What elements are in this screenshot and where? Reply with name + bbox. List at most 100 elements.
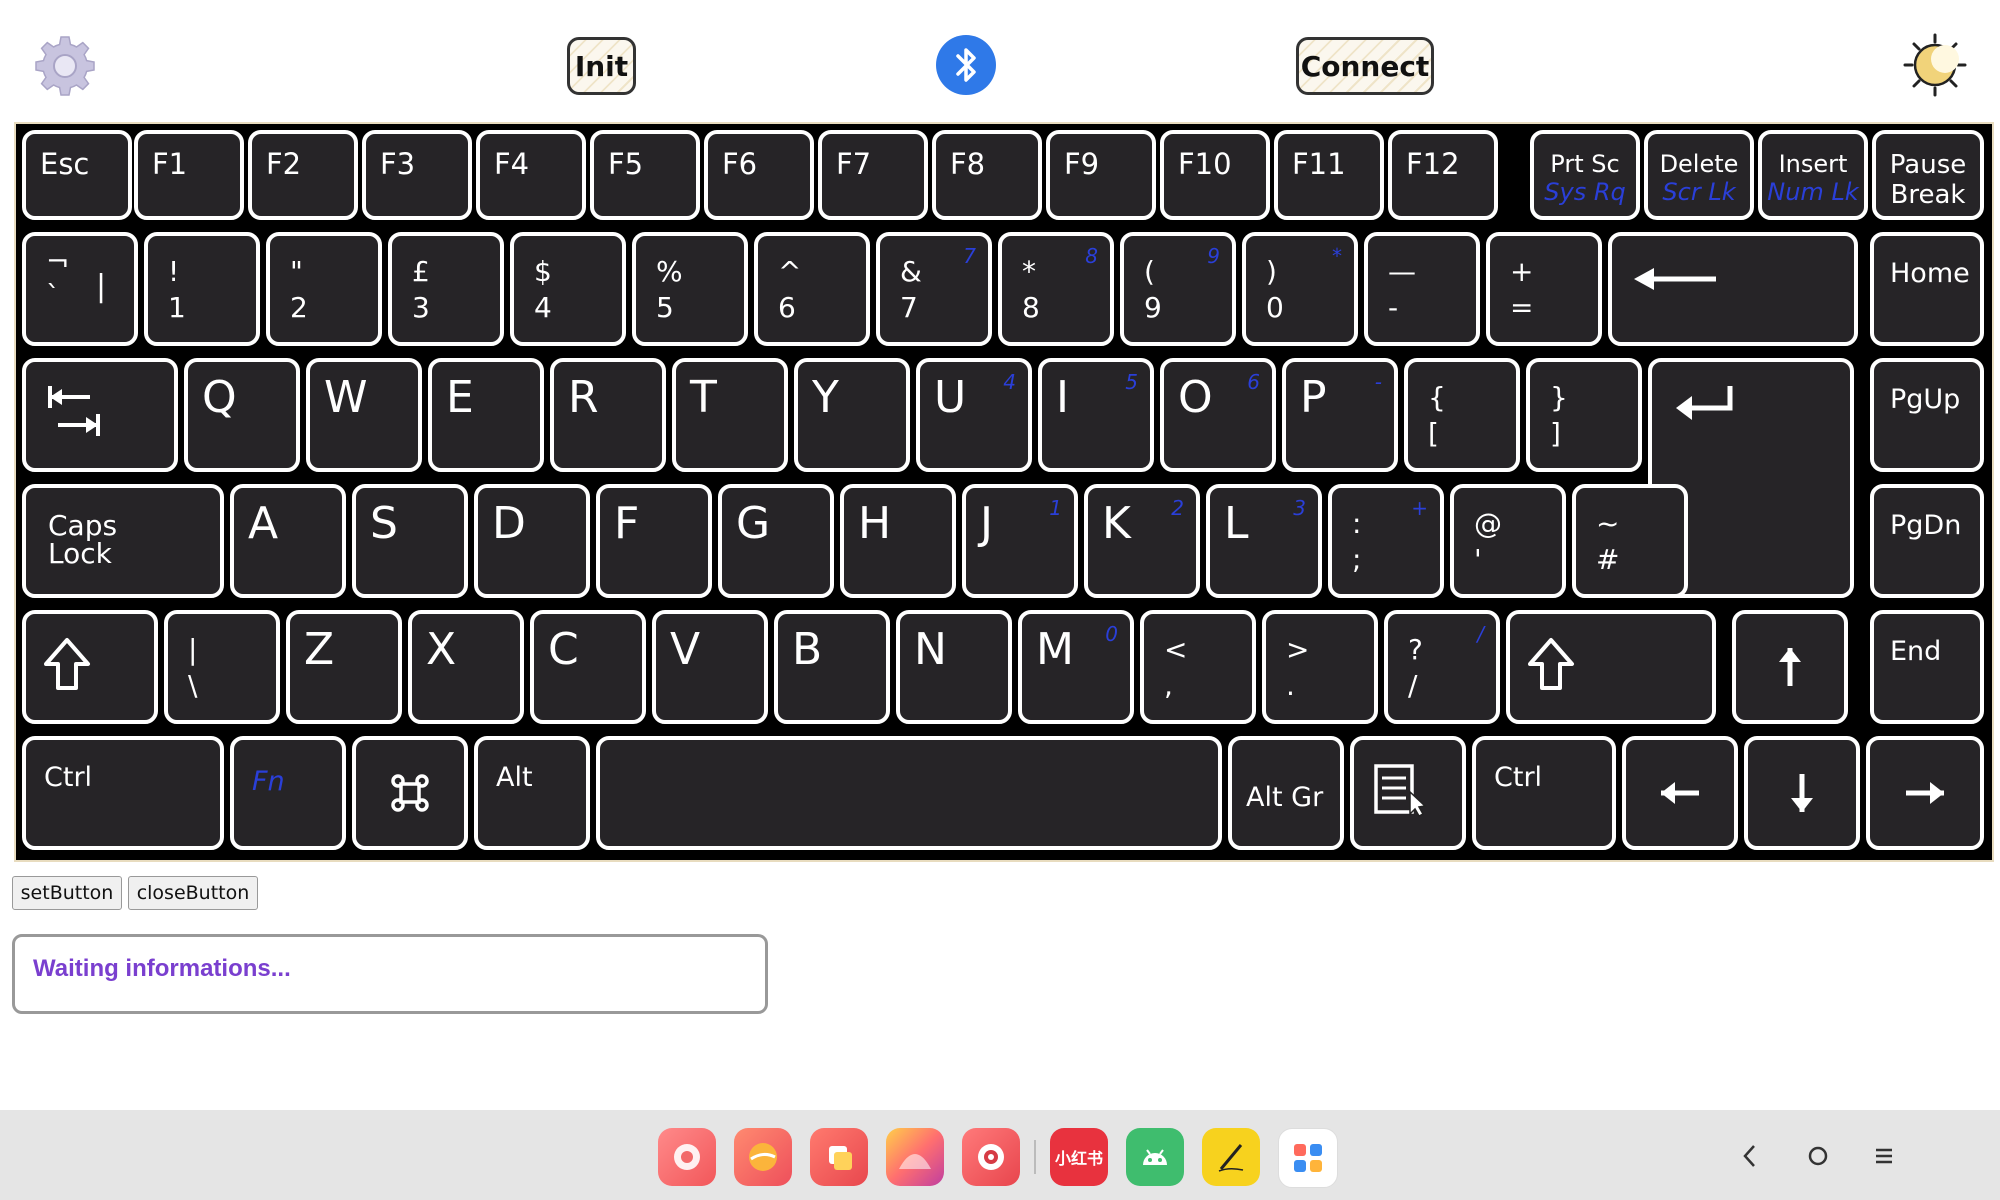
key-command[interactable]	[352, 736, 468, 850]
settings-gear-button[interactable]	[34, 34, 96, 96]
browser-app-icon[interactable]	[734, 1128, 792, 1186]
key-lshift[interactable]	[22, 610, 158, 724]
key-equals[interactable]: + =	[1486, 232, 1602, 346]
key-fn[interactable]: Fn	[230, 736, 346, 850]
home-nav-button[interactable]	[1798, 1134, 1838, 1178]
key-5[interactable]: % 5	[632, 232, 748, 346]
key-tab[interactable]	[22, 358, 178, 472]
key-9[interactable]: (9 9	[1120, 232, 1236, 346]
key-slash[interactable]: ? / /	[1384, 610, 1500, 724]
key-o[interactable]: O6	[1160, 358, 1276, 472]
key-period[interactable]: >.	[1262, 610, 1378, 724]
close-button[interactable]: closeButton	[128, 876, 258, 910]
key-rshift[interactable]	[1506, 610, 1716, 724]
key-f5[interactable]: F5	[590, 130, 700, 220]
key-f2[interactable]: F2	[248, 130, 358, 220]
key-down[interactable]	[1744, 736, 1860, 850]
key-up[interactable]	[1732, 610, 1848, 724]
key-3[interactable]: £3	[388, 232, 504, 346]
key-w[interactable]: W	[306, 358, 422, 472]
android-app-icon[interactable]	[1126, 1128, 1184, 1186]
key-capslock[interactable]: Caps Lock	[22, 484, 224, 598]
key-i[interactable]: I5	[1038, 358, 1154, 472]
key-a[interactable]: A	[230, 484, 346, 598]
key-altgr[interactable]: Alt Gr	[1228, 736, 1344, 850]
key-lbracket[interactable]: {[	[1404, 358, 1520, 472]
key-p[interactable]: P-	[1282, 358, 1398, 472]
key-minus[interactable]: — -	[1364, 232, 1480, 346]
key-y[interactable]: Y	[794, 358, 910, 472]
key-space[interactable]	[596, 736, 1222, 850]
key-esc[interactable]: Esc	[22, 130, 132, 220]
key-4[interactable]: $4	[510, 232, 626, 346]
theme-toggle-button[interactable]	[1902, 32, 1968, 98]
key-f9[interactable]: F9	[1046, 130, 1156, 220]
menu-nav-button[interactable]	[1864, 1134, 1904, 1178]
notes-app-icon[interactable]	[1202, 1128, 1260, 1186]
key-f12[interactable]: F12	[1388, 130, 1498, 220]
key-comma[interactable]: <,	[1140, 610, 1256, 724]
key-v[interactable]: V	[652, 610, 768, 724]
key-alt[interactable]: Alt	[474, 736, 590, 850]
key-6[interactable]: ^ 6	[754, 232, 870, 346]
key-x[interactable]: X	[408, 610, 524, 724]
key-pgdn[interactable]: PgDn	[1870, 484, 1984, 598]
key-q[interactable]: Q	[184, 358, 300, 472]
key-f10[interactable]: F10	[1160, 130, 1270, 220]
camera-app-icon[interactable]	[962, 1128, 1020, 1186]
key-z[interactable]: Z	[286, 610, 402, 724]
key-quote[interactable]: @ '	[1450, 484, 1566, 598]
gallery-app-icon[interactable]	[886, 1128, 944, 1186]
app-drawer-icon[interactable]	[1278, 1128, 1338, 1188]
key-pause[interactable]: Pause Break	[1872, 130, 1984, 220]
key-prtsc[interactable]: Prt Sc Sys Rq	[1530, 130, 1640, 220]
key-f7[interactable]: F7	[818, 130, 928, 220]
key-f1[interactable]: F1	[134, 130, 244, 220]
key-m[interactable]: M0	[1018, 610, 1134, 724]
key-2[interactable]: " 2	[266, 232, 382, 346]
key-l[interactable]: L3	[1206, 484, 1322, 598]
key-left[interactable]	[1622, 736, 1738, 850]
key-j[interactable]: J1	[962, 484, 1078, 598]
key-semicolon[interactable]: :; +	[1328, 484, 1444, 598]
key-u[interactable]: U4	[916, 358, 1032, 472]
key-7[interactable]: & 7 7	[876, 232, 992, 346]
key-backtick[interactable]: ¬ ` |	[22, 232, 138, 346]
key-f11[interactable]: F11	[1274, 130, 1384, 220]
key-menu[interactable]	[1350, 736, 1466, 850]
key-8[interactable]: * 8 8	[998, 232, 1114, 346]
key-s[interactable]: S	[352, 484, 468, 598]
xiaohongshu-app-icon[interactable]: 小红书	[1050, 1128, 1108, 1186]
key-1[interactable]: ! 1	[144, 232, 260, 346]
back-nav-button[interactable]	[1730, 1134, 1770, 1178]
init-button[interactable]: Init	[567, 37, 636, 95]
key-f[interactable]: F	[596, 484, 712, 598]
key-pgup[interactable]: PgUp	[1870, 358, 1984, 472]
key-d[interactable]: D	[474, 484, 590, 598]
key-e[interactable]: E	[428, 358, 544, 472]
key-0[interactable]: ) 0 *	[1242, 232, 1358, 346]
set-button[interactable]: setButton	[12, 876, 122, 910]
key-insert[interactable]: Insert Num Lk	[1758, 130, 1868, 220]
files-app-icon[interactable]	[810, 1128, 868, 1186]
key-delete[interactable]: Delete Scr Lk	[1644, 130, 1754, 220]
key-home[interactable]: Home	[1870, 232, 1984, 346]
key-c[interactable]: C	[530, 610, 646, 724]
settings-app-icon[interactable]	[658, 1128, 716, 1186]
key-backspace[interactable]	[1608, 232, 1858, 346]
key-backslash[interactable]: | \	[164, 610, 280, 724]
key-f4[interactable]: F4	[476, 130, 586, 220]
connect-button[interactable]: Connect	[1296, 37, 1434, 95]
key-end[interactable]: End	[1870, 610, 1984, 724]
key-r[interactable]: R	[550, 358, 666, 472]
key-rbracket[interactable]: }]	[1526, 358, 1642, 472]
key-n[interactable]: N	[896, 610, 1012, 724]
key-g[interactable]: G	[718, 484, 834, 598]
key-f3[interactable]: F3	[362, 130, 472, 220]
key-rctrl[interactable]: Ctrl	[1472, 736, 1616, 850]
key-lctrl[interactable]: Ctrl	[22, 736, 224, 850]
key-h[interactable]: H	[840, 484, 956, 598]
key-right[interactable]	[1866, 736, 1984, 850]
bluetooth-button[interactable]	[936, 35, 996, 95]
key-k[interactable]: K2	[1084, 484, 1200, 598]
